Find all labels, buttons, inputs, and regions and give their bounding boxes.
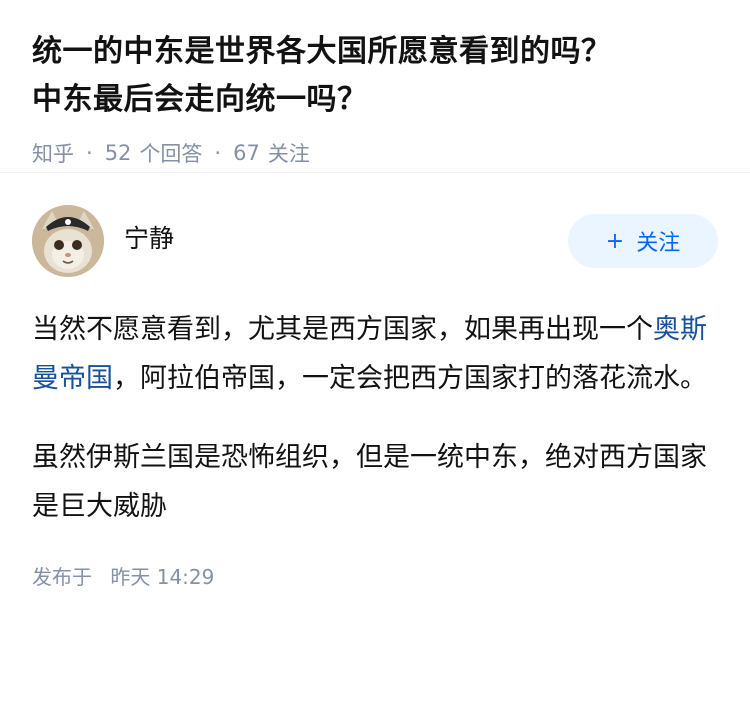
- paragraph-text: ，阿拉伯帝国，一定会把西方国家打的落花流水。: [113, 363, 707, 394]
- answer-paragraph: 当然不愿意看到，尤其是西方国家，如果再出现一个奥斯曼帝国，阿拉伯帝国，一定会把西…: [32, 305, 718, 403]
- meta-separator: ·: [214, 141, 222, 165]
- answer-paragraph: 虽然伊斯兰国是恐怖组织，但是一统中东，绝对西方国家是巨大威胁: [32, 442, 707, 522]
- answer-card: 宁静 + 关注 当然不愿意看到，尤其是西方国家，如果再出现一个奥斯曼帝国，阿拉伯…: [0, 205, 750, 590]
- answers-label: 个回答: [139, 142, 203, 166]
- question-title[interactable]: 统一的中东是世界各大国所愿意看到的吗？ 中东最后会走向统一吗？: [32, 28, 718, 124]
- publish-time: 昨天 14:29: [110, 565, 215, 589]
- question-meta: 知乎 · 52 个回答 · 67 关注: [32, 138, 718, 168]
- publish-info: 发布于 昨天 14:29: [32, 561, 718, 590]
- follows-count: 67: [233, 141, 260, 165]
- follow-button[interactable]: + 关注: [568, 214, 718, 268]
- question-header: 统一的中东是世界各大国所愿意看到的吗？ 中东最后会走向统一吗？ 知乎 · 52 …: [0, 0, 750, 172]
- author-name[interactable]: 宁静: [124, 219, 174, 255]
- follows-label: 关注: [267, 142, 310, 166]
- answers-count: 52: [104, 141, 132, 165]
- paragraph-text: 当然不愿意看到，尤其是西方国家，如果再出现一个: [32, 314, 653, 345]
- question-title-line1[interactable]: 统一的中东是世界各大国所愿意看到的吗？: [32, 34, 612, 69]
- publish-label: 发布于: [32, 565, 92, 589]
- question-title-line2[interactable]: 中东最后会走向统一吗？: [32, 82, 368, 117]
- plus-icon: +: [605, 228, 625, 254]
- avatar[interactable]: [32, 205, 104, 277]
- source-label: 知乎: [32, 142, 74, 166]
- follow-button-label: 关注: [636, 231, 681, 256]
- cat-avatar-icon: [32, 205, 104, 277]
- answer-content: 当然不愿意看到，尤其是西方国家，如果再出现一个奥斯曼帝国，阿拉伯帝国，一定会把西…: [32, 305, 718, 531]
- meta-separator: ·: [86, 141, 93, 165]
- author-row: 宁静 + 关注: [32, 205, 718, 277]
- author-info[interactable]: 宁静: [32, 205, 174, 277]
- divider: [0, 172, 750, 173]
